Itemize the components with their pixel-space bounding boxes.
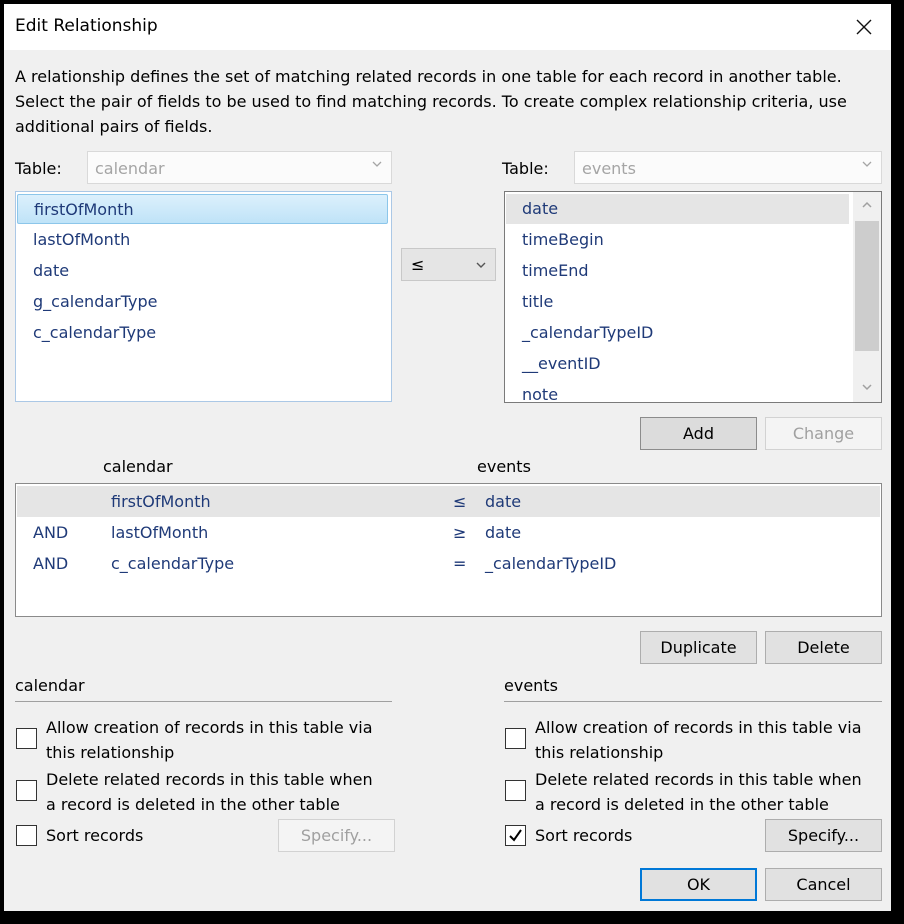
label-line: Allow creation of records in this table … <box>535 718 862 737</box>
left-sort-records-label[interactable]: Sort records <box>46 823 143 848</box>
right-field-item[interactable]: note <box>506 380 849 402</box>
chevron-down-icon <box>476 262 486 268</box>
operator-value: ≤ <box>411 255 425 274</box>
right-sort-records-label[interactable]: Sort records <box>535 823 632 848</box>
label-line: Delete related records in this table whe… <box>535 770 862 789</box>
ok-button[interactable]: OK <box>640 868 757 901</box>
criteria-operator: ≤ <box>453 492 467 511</box>
label-line: Allow creation of records in this table … <box>46 718 373 737</box>
left-field-item[interactable]: c_calendarType <box>17 318 388 348</box>
criteria-left-field: firstOfMonth <box>111 492 211 511</box>
left-field-item[interactable]: lastOfMonth <box>17 225 388 255</box>
criteria-row[interactable]: AND lastOfMonth ≥ date <box>17 517 880 548</box>
label-line: this relationship <box>46 743 175 762</box>
cancel-button[interactable]: Cancel <box>765 868 882 901</box>
criteria-row[interactable]: AND c_calendarType = _calendarTypeID <box>17 548 880 579</box>
left-field-list[interactable]: firstOfMonth lastOfMonth date g_calendar… <box>15 191 392 402</box>
right-allow-creation-label[interactable]: Allow creation of records in this table … <box>535 715 862 765</box>
criteria-operator: = <box>453 554 467 573</box>
title-bar: Edit Relationship <box>4 4 891 50</box>
right-field-item[interactable]: timeBegin <box>506 225 849 255</box>
criteria-operator: ≥ <box>453 523 467 542</box>
left-specify-button[interactable]: Specify... <box>278 819 395 852</box>
label-line: a record is deleted in the other table <box>46 795 340 814</box>
criteria-left-field: lastOfMonth <box>111 523 209 542</box>
right-field-item[interactable]: __eventID <box>506 349 849 379</box>
left-allow-creation-label[interactable]: Allow creation of records in this table … <box>46 715 373 765</box>
criteria-header-right: events <box>477 457 531 476</box>
add-button[interactable]: Add <box>640 417 757 450</box>
left-table-label: Table: <box>15 159 62 178</box>
right-field-item[interactable]: timeEnd <box>506 256 849 286</box>
left-field-item[interactable]: date <box>17 256 388 286</box>
vertical-scrollbar[interactable] <box>853 192 881 402</box>
left-options-title: calendar <box>15 676 85 695</box>
criteria-left-field: c_calendarType <box>111 554 235 573</box>
criteria-right-field: date <box>485 492 522 511</box>
close-x-icon <box>856 19 872 35</box>
criteria-list[interactable]: firstOfMonth ≤ date AND lastOfMonth ≥ da… <box>15 483 882 617</box>
left-allow-creation-checkbox[interactable] <box>16 728 37 749</box>
right-table-select[interactable]: events <box>574 151 882 184</box>
right-field-list[interactable]: date timeBegin timeEnd title _calendarTy… <box>504 191 882 403</box>
chevron-down-icon <box>862 161 872 167</box>
label-line: this relationship <box>535 743 664 762</box>
right-allow-creation-checkbox[interactable] <box>505 728 526 749</box>
criteria-right-field: date <box>485 523 522 542</box>
left-options-divider <box>15 701 392 702</box>
scroll-down-icon[interactable] <box>861 382 873 392</box>
close-button[interactable] <box>849 12 879 42</box>
right-delete-related-label[interactable]: Delete related records in this table whe… <box>535 767 862 817</box>
delete-button[interactable]: Delete <box>765 631 882 664</box>
duplicate-button[interactable]: Duplicate <box>640 631 757 664</box>
edit-relationship-dialog: Edit Relationship A relationship defines… <box>4 4 891 911</box>
right-field-item[interactable]: title <box>506 287 849 317</box>
chevron-down-icon <box>372 161 382 167</box>
left-field-item[interactable]: firstOfMonth <box>17 194 388 224</box>
criteria-right-field: _calendarTypeID <box>485 554 617 573</box>
right-field-item[interactable]: date <box>506 194 849 224</box>
description-text: A relationship defines the set of matchi… <box>15 67 847 136</box>
scroll-up-icon[interactable] <box>861 200 873 210</box>
right-delete-related-checkbox[interactable] <box>505 780 526 801</box>
label-line: a record is deleted in the other table <box>535 795 829 814</box>
scrollbar-thumb[interactable] <box>855 221 879 351</box>
right-field-item[interactable]: _calendarTypeID <box>506 318 849 348</box>
operator-select[interactable]: ≤ <box>401 248 496 281</box>
right-options-title: events <box>504 676 558 695</box>
left-delete-related-checkbox[interactable] <box>16 780 37 801</box>
right-options-divider <box>504 701 882 702</box>
checkmark-icon <box>509 829 522 842</box>
change-button[interactable]: Change <box>765 417 882 450</box>
left-delete-related-label[interactable]: Delete related records in this table whe… <box>46 767 373 817</box>
criteria-row[interactable]: firstOfMonth ≤ date <box>17 486 880 517</box>
criteria-header-left: calendar <box>103 457 173 476</box>
label-line: Delete related records in this table whe… <box>46 770 373 789</box>
dialog-title: Edit Relationship <box>15 16 158 36</box>
right-table-label: Table: <box>502 159 549 178</box>
right-sort-records-checkbox[interactable] <box>505 825 526 846</box>
left-field-item[interactable]: g_calendarType <box>17 287 388 317</box>
left-table-select[interactable]: calendar <box>87 151 392 184</box>
criteria-conjunction: AND <box>33 554 69 573</box>
criteria-conjunction: AND <box>33 523 69 542</box>
right-specify-button[interactable]: Specify... <box>765 819 882 852</box>
left-table-value: calendar <box>95 159 165 178</box>
left-sort-records-checkbox[interactable] <box>16 825 37 846</box>
right-table-value: events <box>582 159 636 178</box>
